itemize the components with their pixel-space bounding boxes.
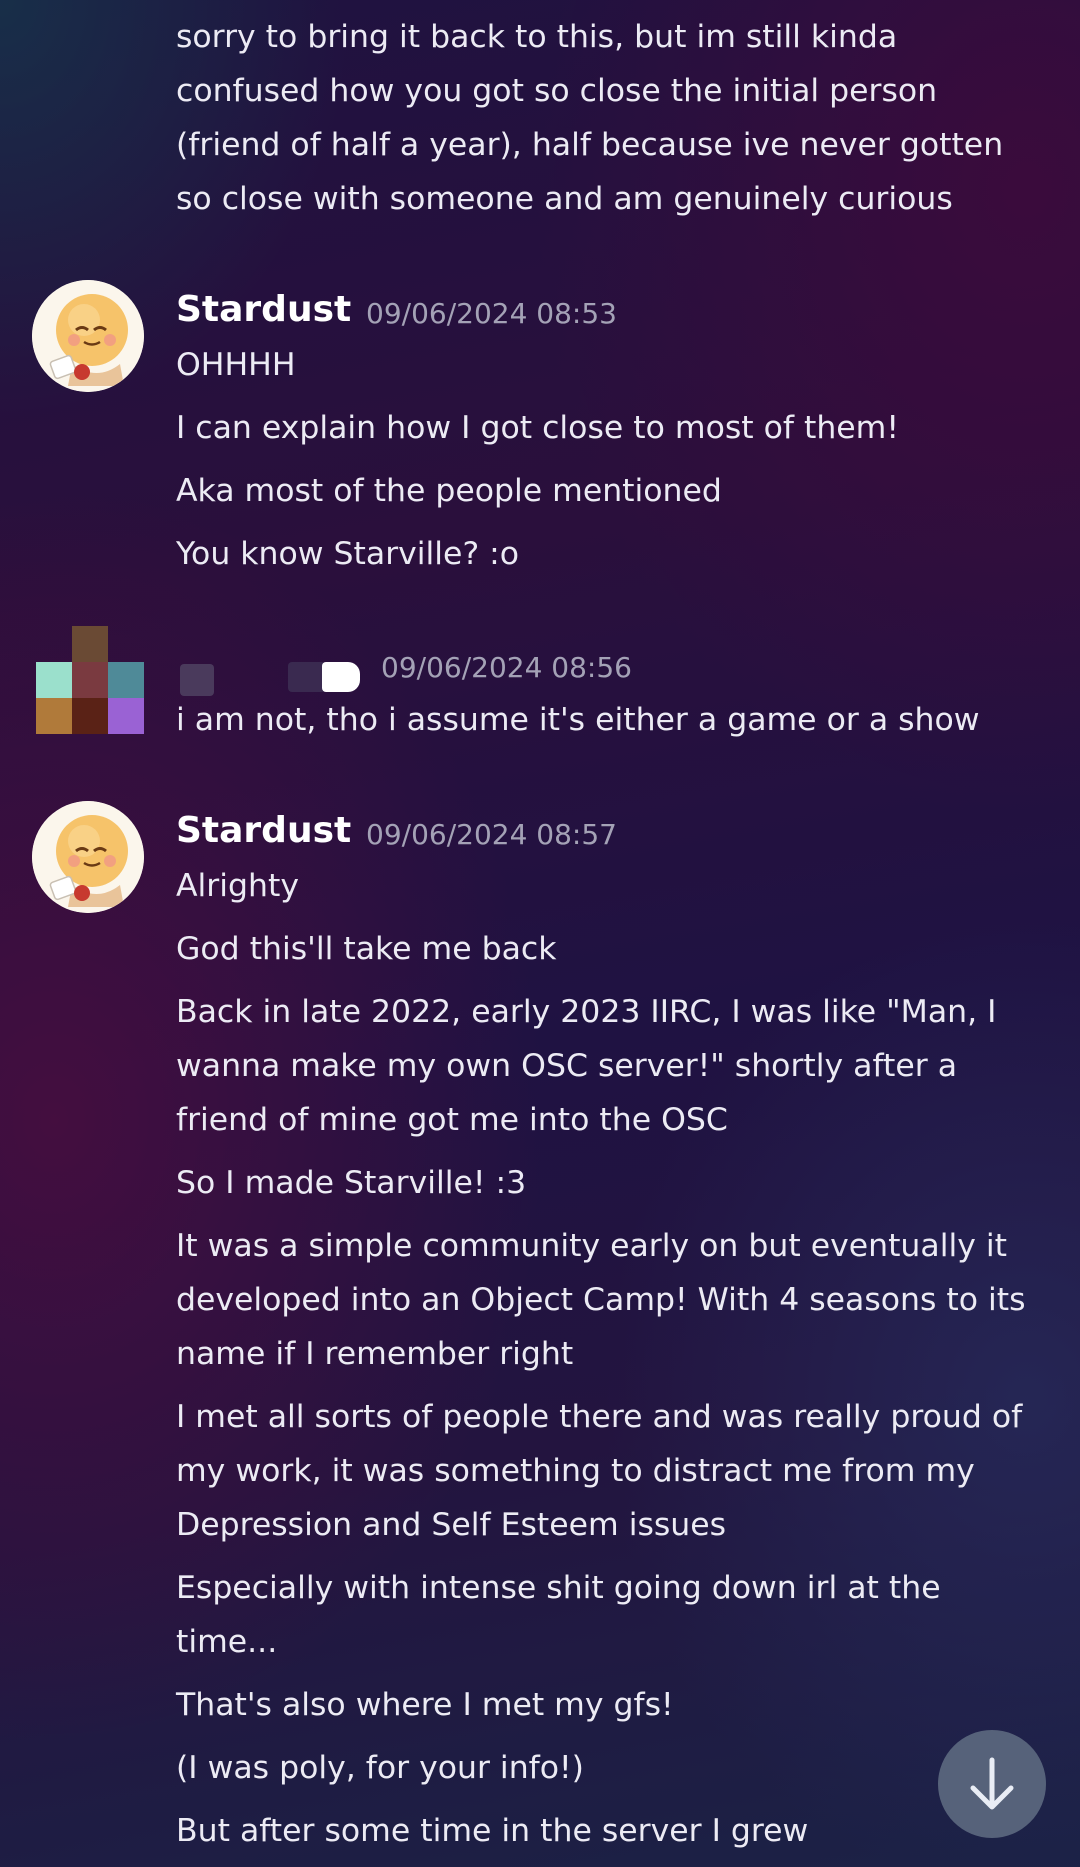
message-line: OHHHH: [176, 347, 296, 383]
message-line: It was a simple community early on but e…: [176, 1228, 1007, 1264]
stardust-avatar-icon[interactable]: [32, 280, 144, 392]
message-timestamp: 09/06/2024 08:53: [366, 297, 617, 330]
stardust-avatar-icon[interactable]: [32, 801, 144, 913]
message-line: friend of mine got me into the OSC: [176, 1102, 728, 1138]
message-line: You know Starville? :o: [176, 536, 520, 572]
message-line: (friend of half a year), half because iv…: [176, 127, 1004, 163]
message-line: sorry to bring it back to this, but im s…: [176, 19, 898, 55]
message-line: Depression and Self Esteem issues: [176, 1507, 727, 1543]
scroll-to-bottom-button[interactable]: [938, 1730, 1046, 1838]
message-line: (I was poly, for your info!): [176, 1750, 584, 1786]
message-line: i am not, tho i assume it's either a gam…: [176, 702, 980, 738]
pixelated-avatar-icon[interactable]: [36, 626, 144, 734]
message-timestamp: 09/06/2024 08:56: [381, 651, 632, 684]
message-line: I met all sorts of people there and was …: [176, 1399, 1023, 1435]
message-line: time...: [176, 1624, 278, 1660]
message-line: But after some time in the server I grew: [176, 1813, 809, 1849]
message-line: so close with someone and am genuinely c…: [176, 181, 953, 217]
message-line: developed into an Object Camp! With 4 se…: [176, 1282, 1026, 1318]
message-line: Alrighty: [176, 868, 299, 904]
message-line: Especially with intense shit going down …: [176, 1570, 941, 1606]
message-line: God this'll take me back: [176, 931, 557, 967]
message-line: name if I remember right: [176, 1336, 574, 1372]
message-author[interactable]: Stardust: [176, 288, 351, 332]
message-line: That's also where I met my gfs!: [176, 1687, 674, 1723]
message-line: I can explain how I got close to most of…: [176, 410, 899, 446]
arrow-down-icon: [970, 1757, 1014, 1810]
message-timestamp: 09/06/2024 08:57: [366, 818, 617, 851]
message-line: my work, it was something to distract me…: [176, 1453, 975, 1489]
message-line: wanna make my own OSC server!" shortly a…: [176, 1048, 957, 1084]
message-line: confused how you got so close the initia…: [176, 73, 938, 109]
message-author[interactable]: Stardust: [176, 809, 351, 853]
message-line: Aka most of the people mentioned: [176, 473, 722, 509]
message-line: So I made Starville! :3: [176, 1165, 527, 1201]
message-line: Back in late 2022, early 2023 IIRC, I wa…: [176, 994, 997, 1030]
